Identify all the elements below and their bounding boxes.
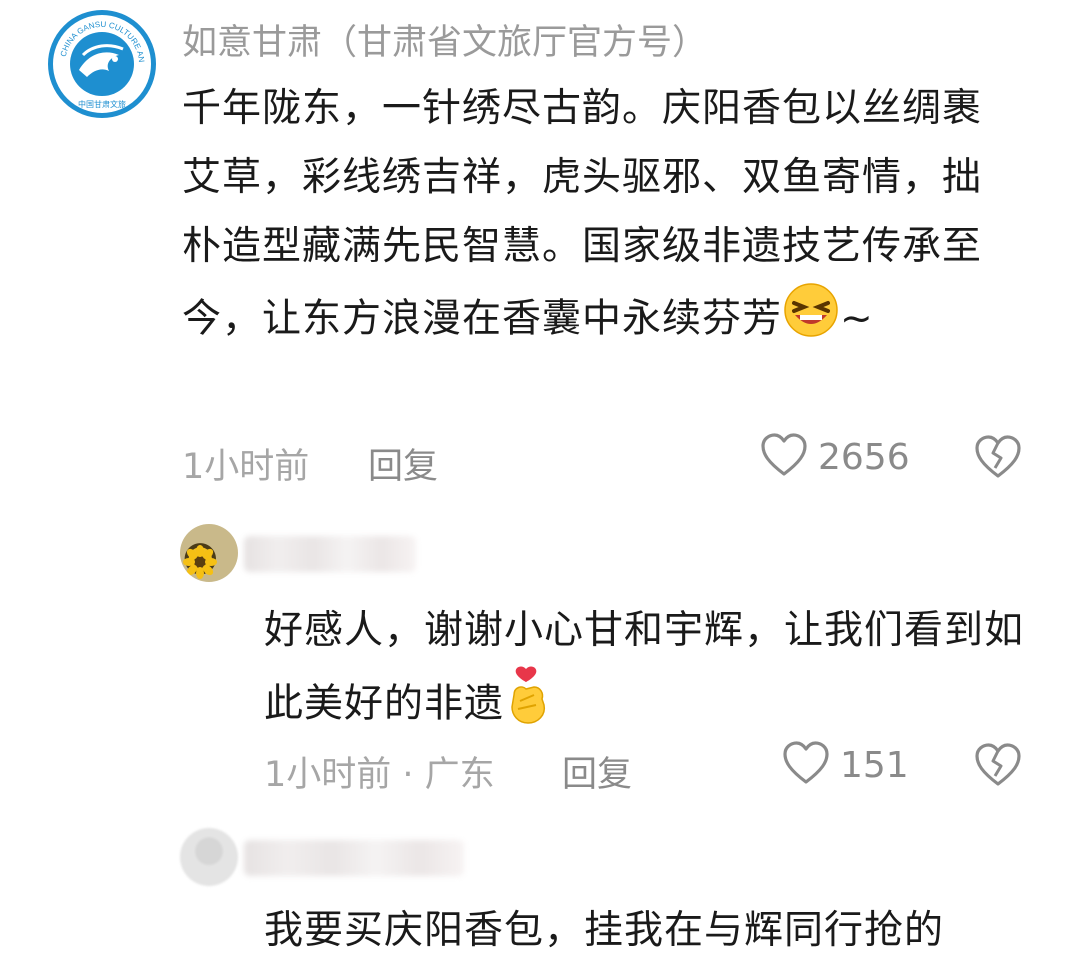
heart-icon [760, 432, 808, 482]
broken-heart-icon [974, 435, 1022, 484]
like-count: 2656 [818, 436, 910, 478]
broken-heart-icon [974, 743, 1022, 792]
user-avatar[interactable] [180, 828, 238, 886]
laughing-emoji-icon [782, 281, 840, 361]
like-button[interactable]: 151 [782, 740, 909, 790]
gansu-culture-tourism-logo: CHINA GANSU CULTURE AND TOURISM 中国甘肃文旅 [53, 15, 146, 109]
user-avatar[interactable] [180, 524, 238, 582]
username-blurred[interactable] [244, 840, 464, 876]
comment-text-content: 好感人，谢谢小心甘和宇辉，让我们看到如此美好的非遗 [264, 608, 1025, 727]
comment-text: 我要买庆阳香包，挂我在与辉同行抢的 [264, 908, 945, 953]
comment-text: 千年陇东，一针绣尽古韵。庆阳香包以丝绸裹艾草，彩线绣吉祥，虎头驱邪、双鱼寄情，拙… [182, 74, 1012, 361]
author-avatar[interactable]: CHINA GANSU CULTURE AND TOURISM 中国甘肃文旅 [48, 10, 156, 118]
reply-button[interactable]: 回复 [562, 746, 632, 797]
like-count: 151 [840, 744, 909, 786]
finger-heart-icon [504, 665, 554, 747]
comment-time: 1小时前 · 广东 [264, 755, 495, 795]
dislike-button[interactable] [974, 434, 1022, 484]
sunflower-icon [183, 545, 217, 579]
like-button[interactable]: 2656 [760, 432, 910, 482]
comment-text: 好感人，谢谢小心甘和宇辉，让我们看到如此美好的非遗 [264, 596, 1044, 747]
comment-time: 1小时前 [182, 447, 310, 487]
comment-trailing: ~ [840, 296, 874, 342]
logo-cn-text: 中国甘肃文旅 [78, 99, 126, 109]
heart-icon [782, 740, 830, 790]
username-blurred[interactable] [244, 536, 416, 572]
reply-button[interactable]: 回复 [368, 438, 438, 489]
comment-author[interactable]: 如意甘肃（甘肃省文旅厅官方号） [182, 14, 707, 65]
dislike-button[interactable] [974, 742, 1022, 792]
